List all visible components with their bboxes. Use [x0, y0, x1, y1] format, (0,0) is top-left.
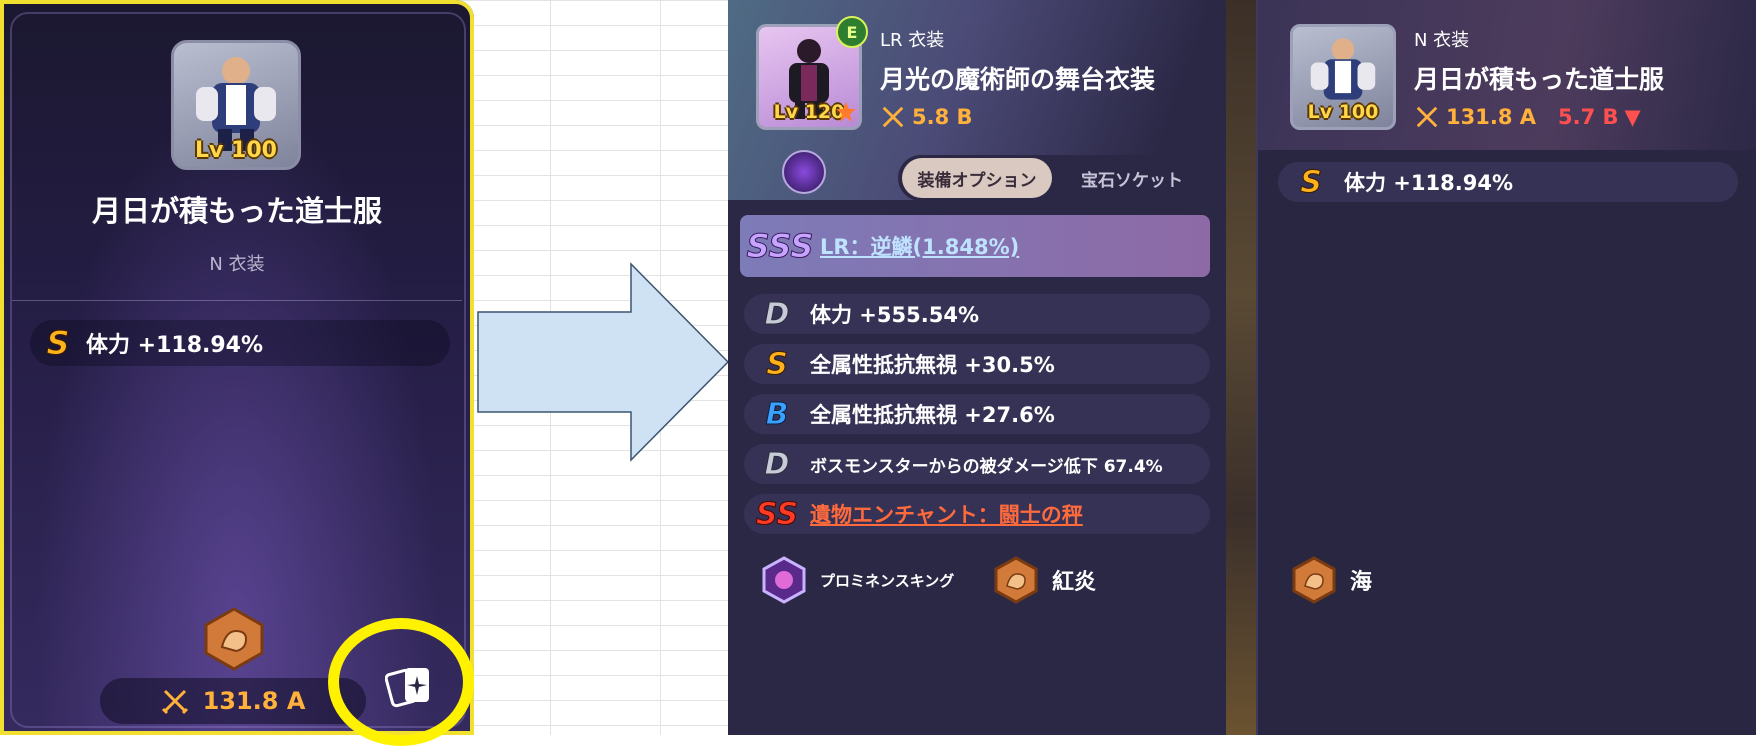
- tab-gem-socket[interactable]: 宝石ソケット: [1052, 158, 1212, 198]
- option-row: B 全属性抵抗無視 +27.6%: [744, 394, 1210, 434]
- power-diff: 5.7 B: [1558, 105, 1619, 129]
- prominence-king-icon: [762, 556, 806, 604]
- relic-enchant-row[interactable]: SS 遺物エンチャント：闘士の秤: [744, 494, 1210, 534]
- fist-emblem-icon: [1292, 556, 1336, 604]
- special-option-text[interactable]: LR：逆鱗(1.848%): [820, 231, 1019, 261]
- option-text: 体力 +555.54%: [810, 303, 979, 327]
- skill-item[interactable]: プロミネンスキング: [760, 556, 954, 604]
- equipped-item-portrait: Lv 100: [1290, 24, 1396, 130]
- fist-emblem-icon: [204, 607, 264, 671]
- equipped-item-pane: Lv 100 N 衣装 月日が積もった道士服 131.8 A 5.7 B ▼ S…: [1256, 0, 1756, 735]
- skill-label: 海: [1350, 570, 1373, 595]
- skill-item[interactable]: 海: [1290, 556, 1372, 604]
- item-name: 月日が積もった道士服: [91, 194, 382, 228]
- option-row: S 体力 +118.94%: [1278, 162, 1738, 202]
- level-label: Lv 100: [195, 138, 277, 163]
- equipped-item-level: Lv 100: [1307, 101, 1379, 123]
- new-item-power: 5.8 B: [880, 104, 973, 130]
- grade-badge: D: [764, 446, 790, 482]
- stat-row: S 体力 +118.94%: [30, 320, 450, 366]
- grade-badge: SSS: [746, 227, 814, 266]
- costume-portrait: Lv 100: [171, 40, 301, 170]
- skill-item[interactable]: 紅炎: [992, 556, 1096, 604]
- equipped-item-power: 131.8 A 5.7 B ▼: [1414, 104, 1641, 130]
- element-badge: E: [836, 16, 868, 48]
- skill-label: 紅炎: [1052, 570, 1097, 595]
- equipped-item-name: 月日が積もった道士服: [1414, 65, 1665, 94]
- item-card-before: Lv 100 月日が積もった道士服 N 衣装 S 体力 +118.94% 131…: [0, 0, 474, 746]
- new-item-pane: Lv 120 E LR 衣装 月光の魔術師の舞台衣装 5.8 B 装備オプション…: [728, 0, 1226, 735]
- crossed-swords-icon: [161, 689, 188, 715]
- arrow-right-icon: [477, 262, 730, 462]
- new-item-name: 月光の魔術師の舞台衣装: [880, 65, 1156, 94]
- tab-equipment-options[interactable]: 装備オプション: [902, 158, 1052, 198]
- background-strip: [1226, 0, 1256, 735]
- option-text: 全属性抵抗無視 +27.6%: [810, 403, 1055, 427]
- option-row: D ボスモンスターからの被ダメージ低下 67.4%: [744, 444, 1210, 484]
- grade-badge: S: [766, 346, 789, 382]
- new-item-power-value: 5.8 B: [912, 105, 973, 129]
- down-triangle-icon: ▼: [1624, 105, 1641, 129]
- grade-badge: B: [765, 396, 789, 432]
- crossed-swords-icon: [1416, 106, 1438, 128]
- skill-label: プロミネンスキング: [820, 571, 955, 590]
- grade-badge: D: [764, 296, 790, 332]
- equipped-item-power-value: 131.8 A: [1446, 105, 1536, 129]
- option-row: D 体力 +555.54%: [744, 294, 1210, 334]
- equipped-item-rarity: N 衣装: [1414, 30, 1470, 51]
- option-text: ボスモンスターからの被ダメージ低下 67.4%: [810, 456, 1163, 477]
- item-rarity-type: N 衣装: [209, 254, 265, 275]
- option-text: 全属性抵抗無視 +30.5%: [810, 353, 1055, 377]
- power-display: 131.8 A: [100, 678, 366, 724]
- crossed-swords-icon: [882, 106, 904, 128]
- special-option-row[interactable]: SSS LR：逆鱗(1.848%): [740, 215, 1210, 277]
- option-row: S 全属性抵抗無視 +30.5%: [744, 344, 1210, 384]
- new-item-rarity: LR 衣装: [880, 30, 945, 51]
- star-icon: [836, 102, 856, 122]
- relic-enchant-text[interactable]: 遺物エンチャント：闘士の秤: [810, 499, 1083, 529]
- option-text: 体力 +118.94%: [1344, 171, 1513, 195]
- gem-socket-icon[interactable]: [782, 150, 826, 194]
- option-tabs: 装備オプション 宝石ソケット: [898, 155, 1214, 201]
- highlight-circle: [328, 618, 474, 746]
- grade-badge: S: [1300, 164, 1323, 200]
- stat-text: 体力 +118.94%: [86, 333, 264, 358]
- power-value: 131.8 A: [202, 687, 306, 715]
- comparison-panel: Lv 120 E LR 衣装 月光の魔術師の舞台衣装 5.8 B 装備オプション…: [728, 0, 1756, 735]
- grade-badge: SS: [755, 496, 799, 532]
- fist-emblem-icon: [994, 556, 1038, 604]
- grade-badge: S: [46, 324, 70, 363]
- divider: [12, 300, 462, 301]
